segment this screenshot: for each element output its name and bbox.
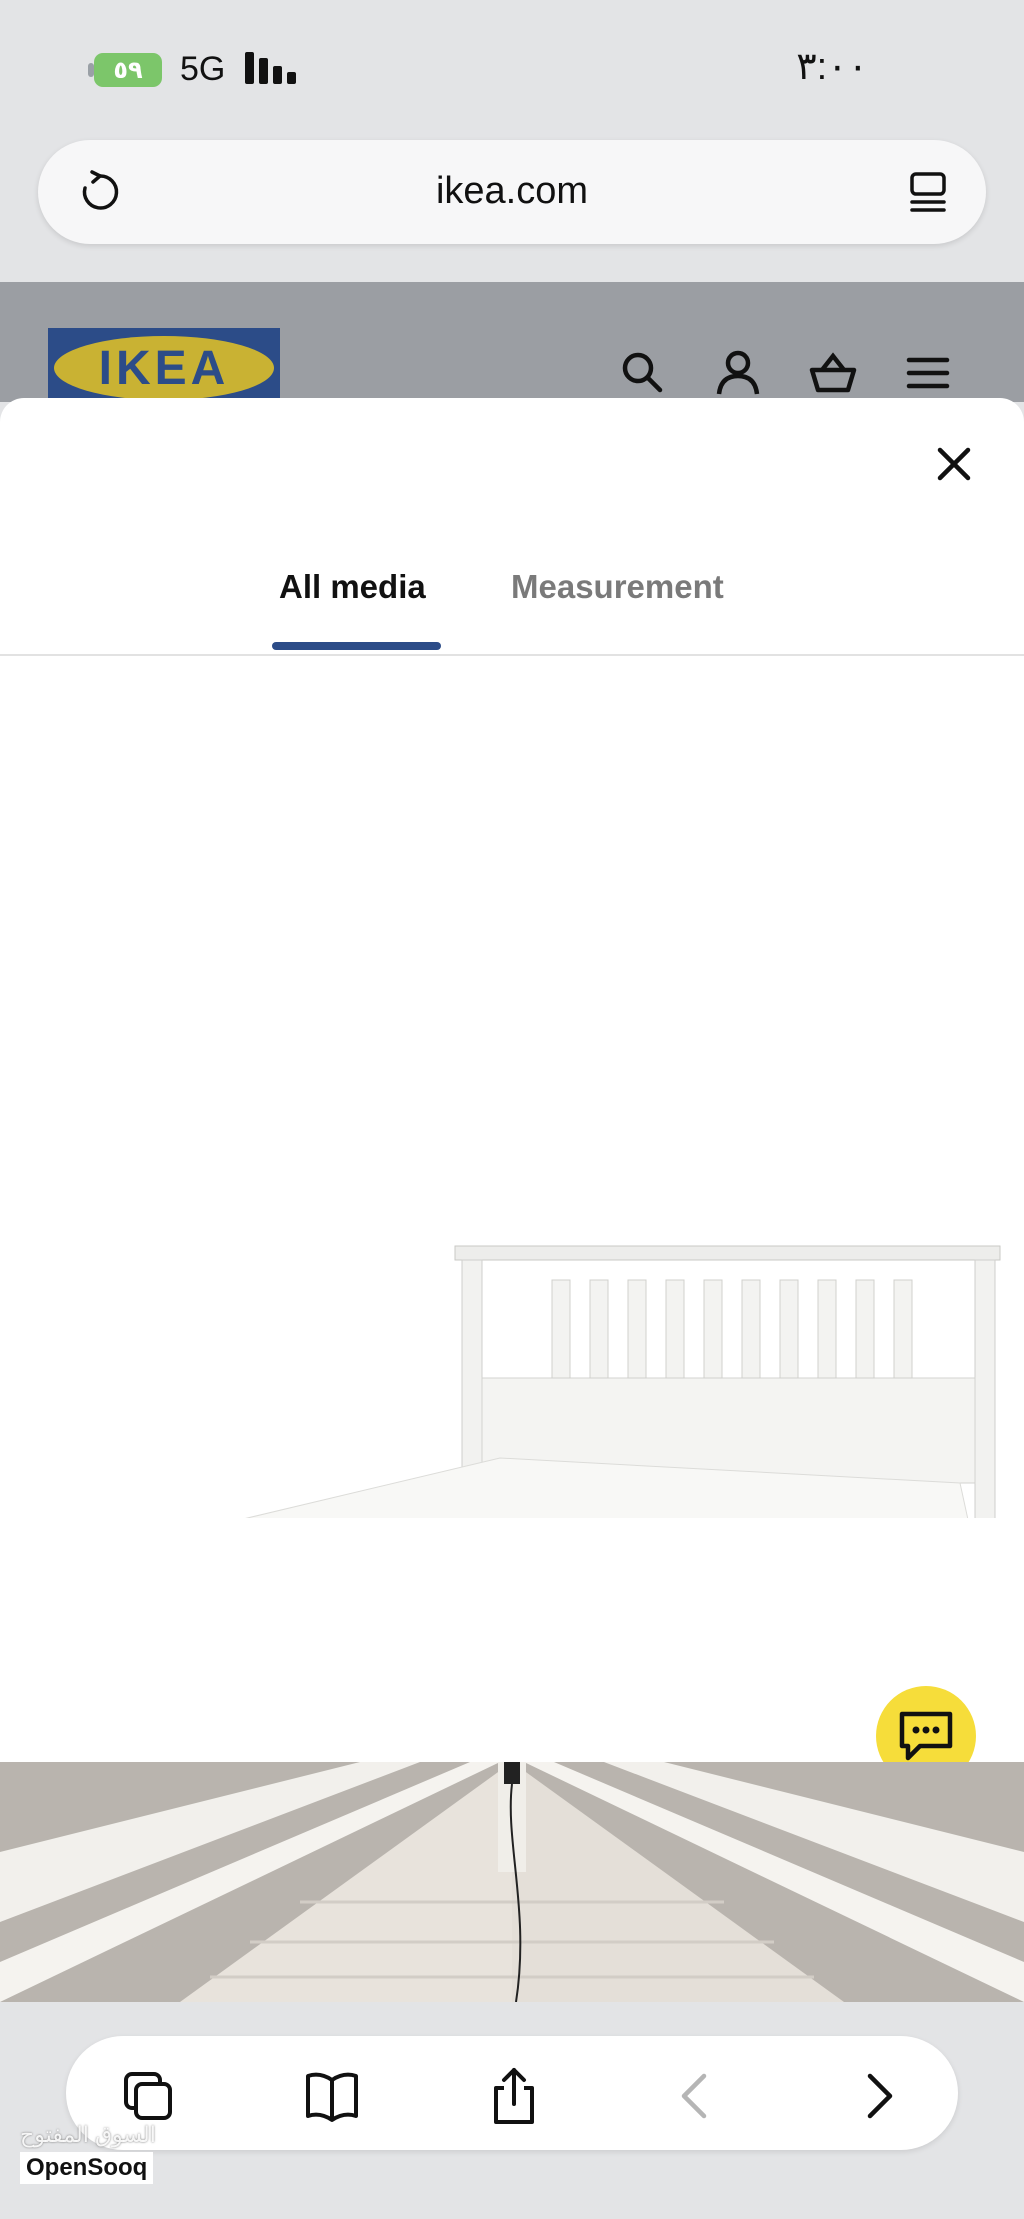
- menu-icon[interactable]: [903, 348, 953, 398]
- search-icon[interactable]: [618, 348, 668, 398]
- logo-wordmark: IKEA: [54, 336, 274, 400]
- opensooq-watermark: السوق المفتوح OpenSooq: [20, 2122, 170, 2184]
- bookmarks-icon[interactable]: [302, 2066, 362, 2126]
- tab-all-media[interactable]: All media: [279, 568, 426, 606]
- status-bar: ٥٩ 5G ٣:٠٠: [0, 0, 1024, 140]
- basket-icon[interactable]: [808, 348, 858, 398]
- battery-level: ٥٩: [113, 56, 143, 84]
- tabs-icon[interactable]: [118, 2066, 178, 2126]
- browser-toolbar: [66, 2036, 958, 2150]
- media-sheet: All media Measurement: [0, 398, 1024, 2002]
- battery-indicator: ٥٩: [94, 53, 162, 87]
- watermark-arabic: السوق المفتوح: [20, 2122, 156, 2147]
- close-icon[interactable]: [934, 444, 974, 484]
- media-tabs: All media Measurement: [0, 568, 1024, 624]
- signal-icon: [245, 52, 296, 84]
- tab-measurement[interactable]: Measurement: [511, 568, 724, 606]
- account-icon[interactable]: [713, 348, 763, 398]
- reader-icon[interactable]: [906, 170, 950, 214]
- active-tab-indicator: [272, 642, 441, 650]
- address-bar[interactable]: ikea.com: [38, 140, 986, 244]
- ikea-logo[interactable]: IKEA: [48, 328, 280, 408]
- product-image[interactable]: [0, 818, 1024, 1518]
- share-icon[interactable]: [484, 2066, 544, 2126]
- back-icon[interactable]: [666, 2066, 726, 2126]
- media-image-ceiling[interactable]: [0, 1762, 1024, 2002]
- network-type: 5G: [180, 50, 226, 88]
- forward-icon[interactable]: [848, 2066, 908, 2126]
- tabs-divider: [0, 654, 1024, 656]
- watermark-english: OpenSooq: [20, 2152, 154, 2184]
- chat-icon: [899, 1711, 953, 1761]
- url-text[interactable]: ikea.com: [38, 170, 986, 213]
- site-header: IKEA: [0, 282, 1024, 408]
- clock: ٣:٠٠: [796, 46, 868, 88]
